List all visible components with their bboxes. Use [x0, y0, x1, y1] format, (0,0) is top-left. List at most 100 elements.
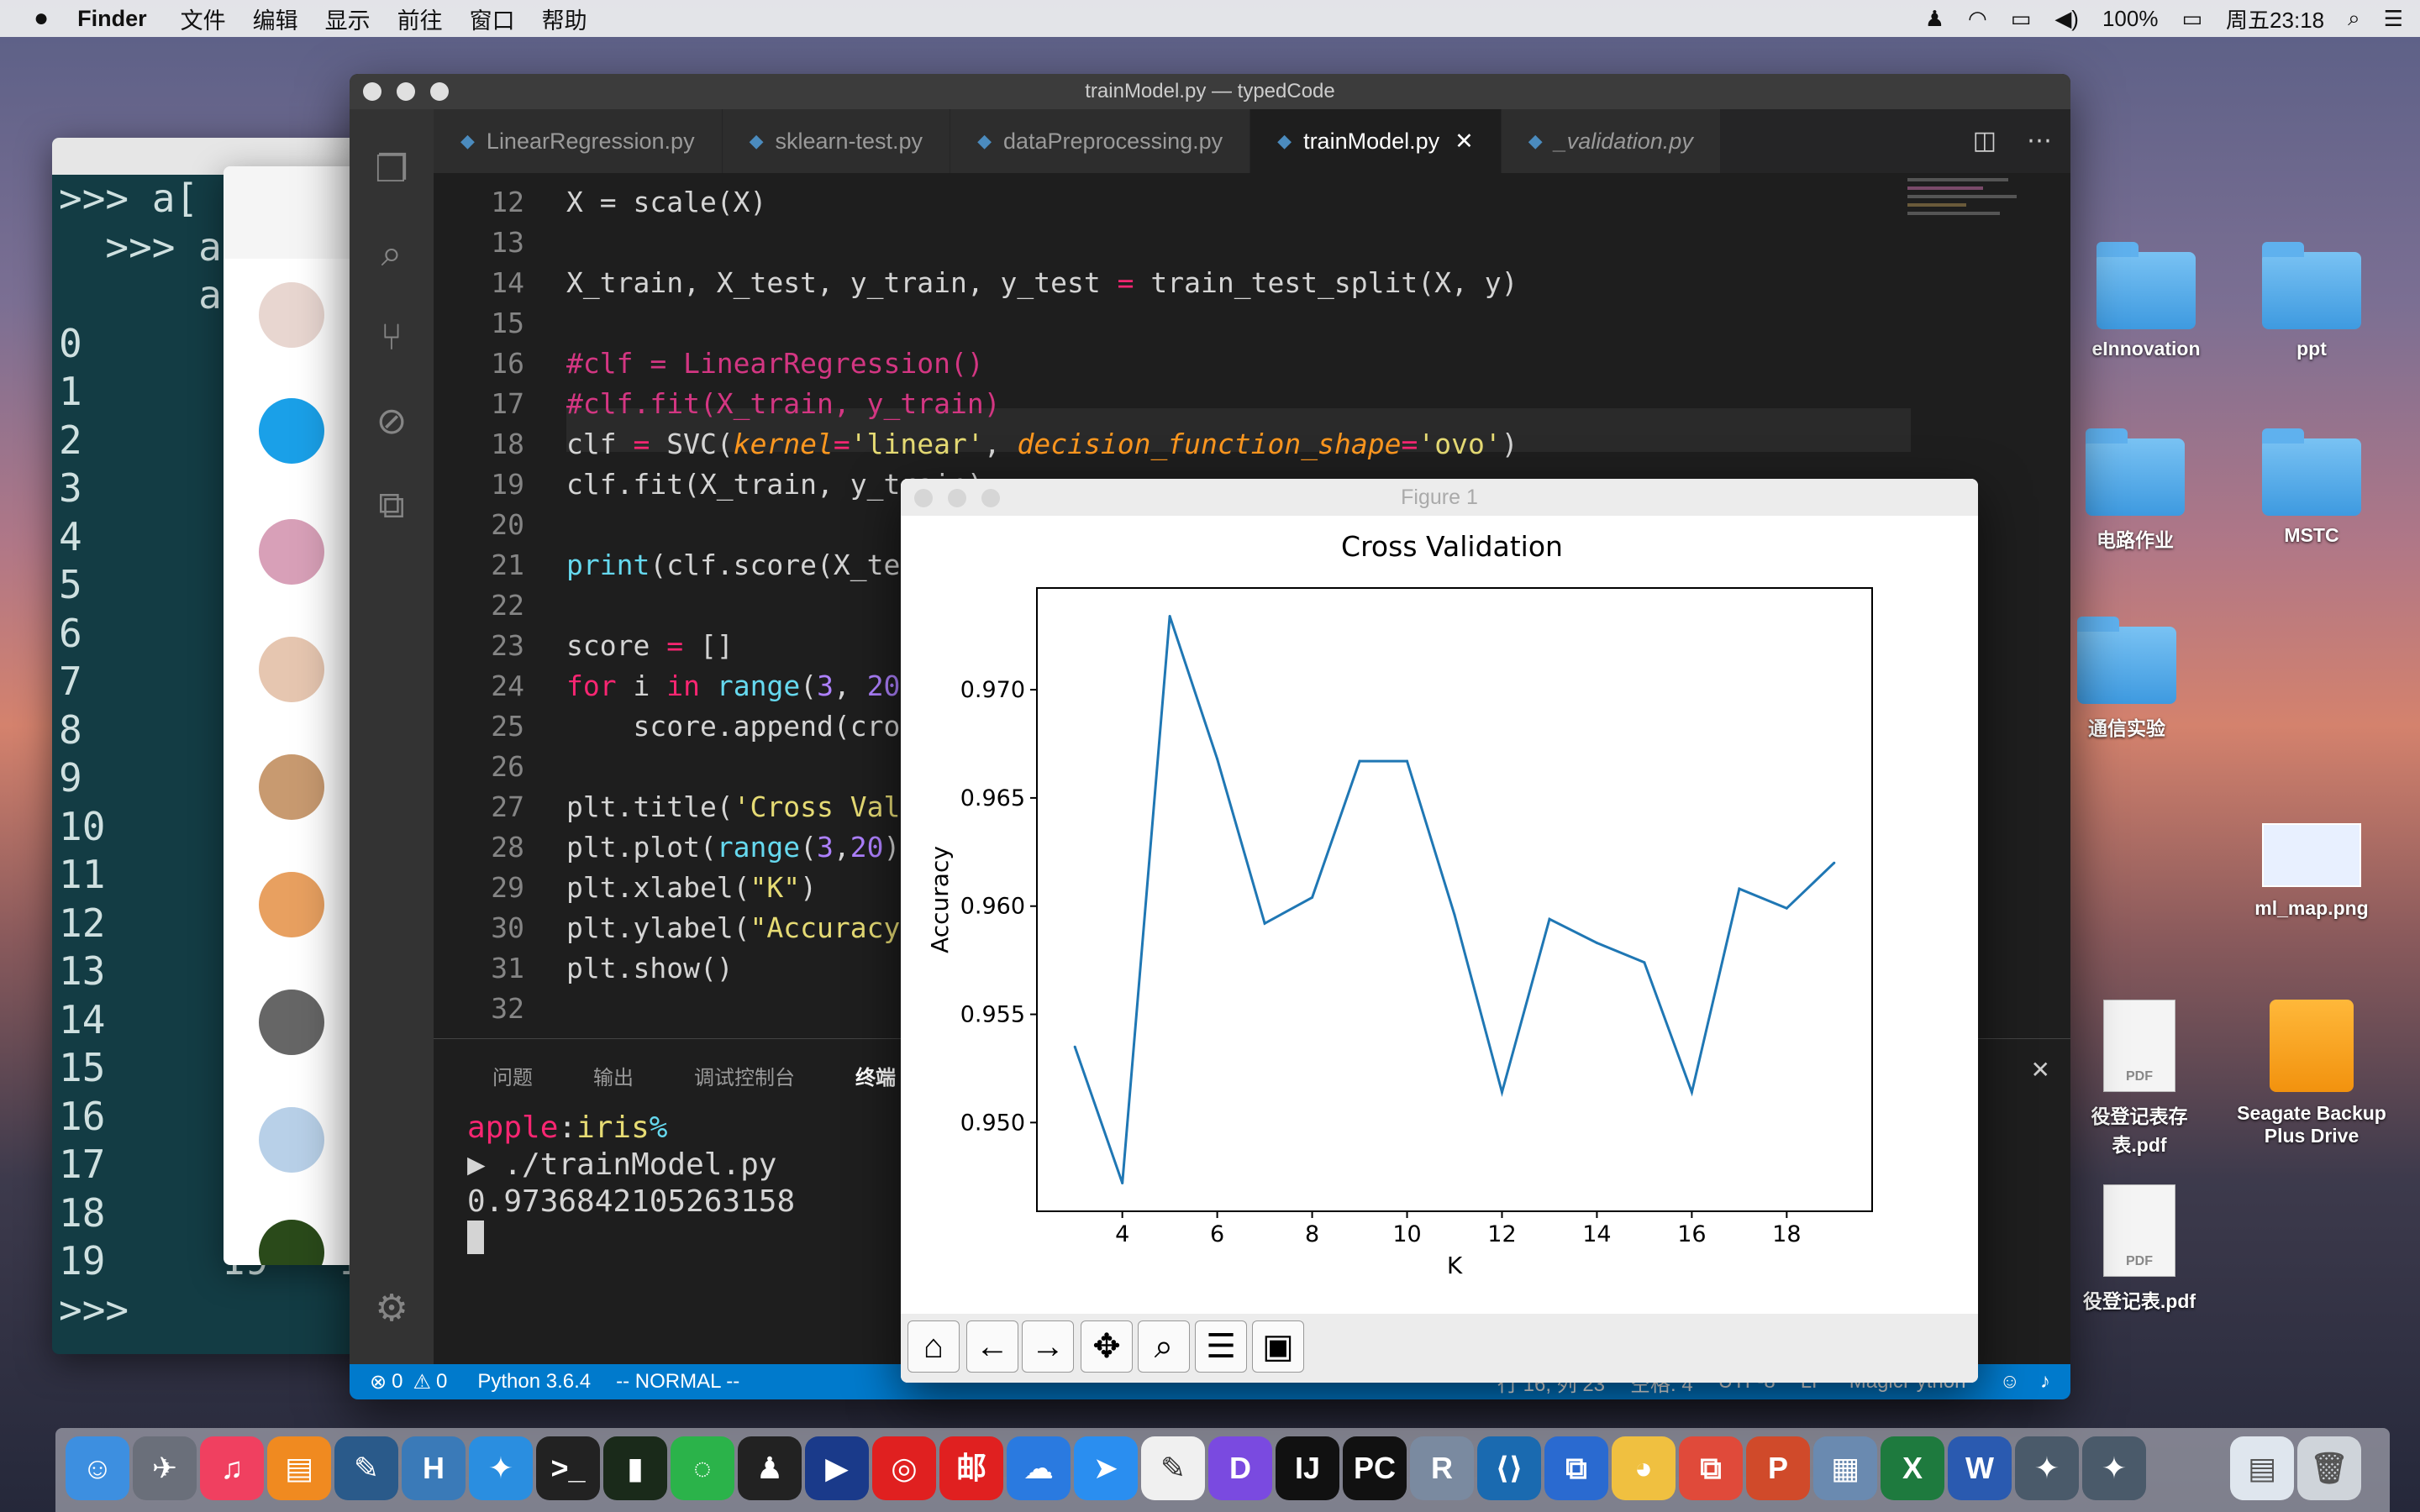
- dock-vscode-icon[interactable]: ⟨⟩: [1477, 1436, 1541, 1500]
- avatar[interactable]: [259, 990, 324, 1055]
- tab-train-model[interactable]: ◆ trainModel.py ✕: [1250, 109, 1502, 173]
- dock-trash-icon[interactable]: 🗑: [2297, 1436, 2361, 1500]
- feedback-smiley-icon[interactable]: ☺: [1999, 1370, 2020, 1394]
- dock-qq-icon[interactable]: ♟: [738, 1436, 802, 1500]
- dock-pycharm-icon[interactable]: PC: [1343, 1436, 1407, 1500]
- menu-view[interactable]: 显示: [325, 3, 371, 35]
- minimize-window-button[interactable]: [948, 489, 966, 507]
- configure-subplots-icon[interactable]: ☰: [1195, 1320, 1247, 1373]
- forward-arrow-icon[interactable]: →: [1022, 1320, 1074, 1373]
- tab-debug-console[interactable]: 调试控制台: [694, 1061, 795, 1090]
- minimize-window-button[interactable]: [397, 82, 415, 101]
- debug-icon[interactable]: ⊘: [368, 398, 415, 445]
- zoom-magnifier-icon[interactable]: ⌕: [1138, 1320, 1190, 1373]
- dock-r-icon[interactable]: R: [1410, 1436, 1474, 1500]
- python-interpreter[interactable]: Python 3.6.4: [477, 1370, 591, 1394]
- more-actions-icon[interactable]: ⋯: [2027, 109, 2052, 173]
- airplay-icon[interactable]: ▭: [2011, 6, 2032, 32]
- dock-netease-music-icon[interactable]: ◎: [872, 1436, 936, 1500]
- menu-help[interactable]: 帮助: [542, 3, 587, 35]
- clock[interactable]: 周五23:18: [2226, 3, 2324, 34]
- menu-go[interactable]: 前往: [397, 3, 443, 35]
- dock-app-icon[interactable]: ⧉: [1544, 1436, 1608, 1500]
- zoom-window-button[interactable]: [981, 489, 1000, 507]
- avatar[interactable]: [259, 519, 324, 585]
- dock-powerpoint-icon[interactable]: P: [1746, 1436, 1810, 1500]
- dock-finder-icon[interactable]: ☺: [66, 1436, 129, 1500]
- dock-safari-icon[interactable]: ✦: [469, 1436, 533, 1500]
- settings-gear-icon[interactable]: ⚙: [368, 1285, 415, 1332]
- extensions-icon[interactable]: ⧉: [368, 482, 415, 529]
- desktop-file-pdf-2[interactable]: PDF 役登记表.pdf: [2064, 1184, 2215, 1314]
- dock-wechat-icon[interactable]: ◌: [671, 1436, 734, 1500]
- desktop-file-pdf-1[interactable]: PDF 役登记表存 表.pdf: [2064, 1000, 2215, 1158]
- desktop-folder-circuit[interactable]: 电路作业: [2064, 428, 2207, 553]
- tab-problems[interactable]: 问题: [492, 1061, 533, 1090]
- avatar[interactable]: [259, 1220, 324, 1265]
- avatar[interactable]: [259, 754, 324, 820]
- dock-quicktime-icon[interactable]: ▶: [805, 1436, 869, 1500]
- warning-icon[interactable]: ⚠: [413, 1370, 431, 1394]
- chat-titlebar[interactable]: [224, 166, 366, 259]
- avatar[interactable]: [259, 282, 324, 348]
- dock-intellij-icon[interactable]: IJ: [1276, 1436, 1339, 1500]
- dock-books-icon[interactable]: ▤: [267, 1436, 331, 1500]
- back-arrow-icon[interactable]: ←: [966, 1320, 1018, 1373]
- spotlight-icon[interactable]: ⌕: [2348, 5, 2360, 32]
- dock-baidu-netdisk-icon[interactable]: ☁: [1007, 1436, 1071, 1500]
- split-editor-icon[interactable]: ◫: [1973, 109, 1996, 173]
- dock-music-icon[interactable]: ♫: [200, 1436, 264, 1500]
- volume-icon[interactable]: ◀): [2054, 6, 2079, 32]
- menu-window[interactable]: 窗口: [470, 3, 515, 35]
- close-panel-icon[interactable]: ✕: [2031, 1056, 2050, 1084]
- source-control-icon[interactable]: ⑂: [368, 314, 415, 361]
- desktop-folder-comm-lab[interactable]: 通信实验: [2055, 617, 2198, 741]
- close-window-button[interactable]: [363, 82, 381, 101]
- dock-app-icon[interactable]: ✎: [334, 1436, 398, 1500]
- matplotlib-figure-window[interactable]: Figure 1 Cross Validation 4 6 8 10 12 14 16 18 …: [901, 479, 1978, 1383]
- dock-app-icon[interactable]: ✦: [2082, 1436, 2146, 1500]
- dock-preview-icon[interactable]: ▦: [1813, 1436, 1877, 1500]
- menu-file[interactable]: 文件: [181, 3, 226, 35]
- dock-dash-icon[interactable]: D: [1208, 1436, 1272, 1500]
- avatar[interactable]: [259, 872, 324, 937]
- tab-output[interactable]: 输出: [593, 1061, 634, 1090]
- save-figure-icon[interactable]: ▣: [1252, 1320, 1304, 1373]
- dock-feishu-icon[interactable]: ➤: [1074, 1436, 1138, 1500]
- notification-center-icon[interactable]: ☰: [2384, 6, 2403, 32]
- home-icon[interactable]: ⌂: [908, 1320, 960, 1373]
- dock-hbuilder-icon[interactable]: H: [402, 1436, 466, 1500]
- desktop-folder-ppt[interactable]: ppt: [2240, 242, 2383, 360]
- error-count[interactable]: 0: [392, 1370, 402, 1394]
- dock-mail-icon[interactable]: 邮: [939, 1436, 1003, 1500]
- battery-icon[interactable]: ▭: [2181, 6, 2202, 32]
- dock-activity-monitor-icon[interactable]: ▮: [603, 1436, 667, 1500]
- desktop-folder-einnovation[interactable]: eInnovation: [2070, 242, 2222, 360]
- dock-terminal-icon[interactable]: >_: [536, 1436, 600, 1500]
- dock-notes-icon[interactable]: ✎: [1141, 1436, 1205, 1500]
- warning-count[interactable]: 0: [436, 1370, 447, 1394]
- chat-app-window[interactable]: [224, 166, 366, 1265]
- integrated-terminal[interactable]: apple:iris% ▶ ./trainModel.py 0.97368421…: [467, 1110, 795, 1254]
- desktop-file-ml-map[interactable]: ml_map.png: [2240, 823, 2383, 920]
- avatar[interactable]: [259, 1107, 324, 1173]
- avatar[interactable]: [259, 398, 324, 464]
- menu-edit[interactable]: 编辑: [253, 3, 298, 35]
- tab-sklearn-test[interactable]: ◆ sklearn-test.py: [722, 109, 951, 173]
- errors-icon[interactable]: ⊗: [370, 1370, 387, 1394]
- tab-validation[interactable]: ◆ _validation.py: [1501, 109, 1721, 173]
- pan-move-icon[interactable]: ✥: [1081, 1320, 1133, 1373]
- close-tab-icon[interactable]: ✕: [1455, 129, 1474, 155]
- tab-data-preprocessing[interactable]: ◆ dataPreprocessing.py: [950, 109, 1251, 173]
- wifi-icon[interactable]: ◠: [1968, 6, 1987, 32]
- vscode-titlebar[interactable]: trainModel.py — typedCode: [350, 74, 2070, 109]
- close-window-button[interactable]: [914, 489, 933, 507]
- zoom-window-button[interactable]: [430, 82, 449, 101]
- dock-app-icon[interactable]: ✦: [2015, 1436, 2079, 1500]
- desktop-folder-mstc[interactable]: MSTC: [2240, 428, 2383, 547]
- apple-icon[interactable]: ●: [34, 4, 49, 33]
- tab-linear-regression[interactable]: ◆ LinearRegression.py: [434, 109, 723, 173]
- desktop-drive-seagate[interactable]: Seagate Backup Plus Drive: [2223, 1000, 2400, 1147]
- avatar[interactable]: [259, 637, 324, 702]
- notifications-bell-icon[interactable]: ♪: [2040, 1370, 2050, 1394]
